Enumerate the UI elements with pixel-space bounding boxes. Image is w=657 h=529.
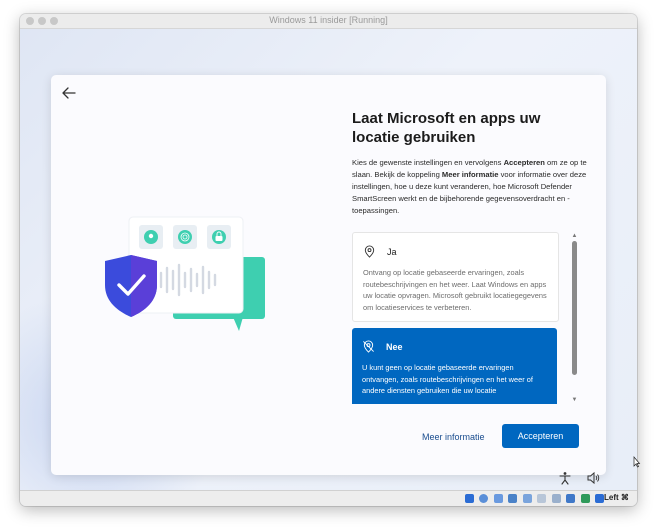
scroll-down-arrow-icon[interactable]: ▼ (571, 396, 578, 404)
accept-button[interactable]: Accepteren (502, 424, 579, 448)
back-arrow-icon[interactable] (61, 85, 77, 101)
network-icon[interactable] (508, 494, 518, 503)
location-off-icon (363, 340, 374, 353)
page-title: Laat Microsoft en apps uw locatie gebrui… (352, 110, 541, 146)
virtualbox-window: Windows 11 insider [Running] Laat Micros… (20, 14, 637, 506)
option-ja[interactable]: Ja Ontvang op locatie gebaseerde ervarin… (352, 232, 559, 322)
option-nee-description: U kunt geen op locatie gebaseerde ervari… (362, 363, 533, 395)
scroll-up-arrow-icon[interactable]: ▲ (571, 232, 578, 240)
scroll-thumb[interactable] (572, 241, 577, 375)
description-accept-word: Accepteren (503, 158, 545, 167)
usb-icon[interactable] (522, 494, 532, 503)
page-description: Kies de gewenste instellingen en vervolg… (352, 157, 587, 217)
cpu-icon[interactable] (580, 494, 590, 503)
location-pin-icon (364, 245, 375, 258)
description-more-word: Meer informatie (441, 170, 499, 179)
vm-statusbar: Left ⌘ (20, 490, 637, 506)
description-text-1: Kies de gewenste instellingen en vervolg… (352, 158, 504, 167)
mouse-cursor-icon (633, 456, 641, 468)
content-pane: Laat Microsoft en apps uw locatie gebrui… (352, 109, 587, 217)
accessibility-icon[interactable] (558, 471, 572, 485)
option-nee[interactable]: Nee U kunt geen op locatie gebaseerde er… (352, 328, 557, 404)
vm-display: Laat Microsoft en apps uw locatie gebrui… (20, 29, 637, 506)
option-ja-description: Ontvang op locatie gebaseerde ervaringen… (363, 268, 547, 312)
location-options-list[interactable]: Ja Ontvang op locatie gebaseerde ervarin… (352, 232, 578, 404)
mouse-integration-icon[interactable] (595, 494, 605, 503)
more-info-link[interactable]: Meer informatie (422, 432, 485, 442)
shared-folder-icon[interactable] (537, 494, 547, 503)
audio-icon[interactable] (493, 494, 503, 503)
window-titlebar[interactable]: Windows 11 insider [Running] (20, 14, 637, 29)
options-scrollbar[interactable]: ▲ ▼ (571, 232, 578, 404)
option-ja-label: Ja (387, 247, 397, 257)
oobe-dialog: Laat Microsoft en apps uw locatie gebrui… (51, 75, 606, 475)
volume-icon[interactable] (586, 471, 600, 485)
optical-drive-icon[interactable] (479, 494, 489, 503)
display-icon[interactable] (551, 494, 561, 503)
recording-icon[interactable] (566, 494, 576, 503)
hard-disk-icon[interactable] (465, 494, 474, 503)
option-nee-label: Nee (386, 342, 403, 352)
privacy-illustration (105, 216, 265, 331)
statusbar-icons (465, 494, 605, 506)
window-title: Windows 11 insider [Running] (269, 15, 388, 25)
host-key-label: Left ⌘ (604, 493, 629, 502)
